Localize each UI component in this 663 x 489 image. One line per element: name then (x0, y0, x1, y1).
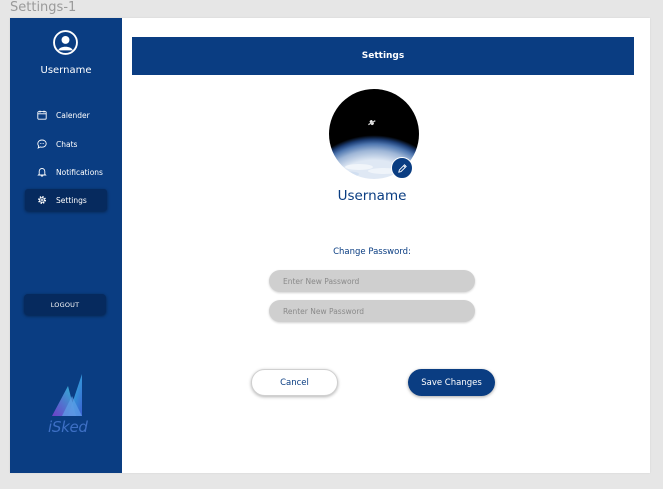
pencil-icon (397, 163, 407, 173)
sidebar-item-label: Chats (56, 139, 78, 149)
reenter-password-field[interactable] (269, 300, 475, 322)
logo-text: iSked (48, 418, 88, 436)
calendar-icon (37, 110, 47, 120)
sidebar-item-label: Settings (56, 195, 87, 205)
new-password-field[interactable] (269, 270, 475, 292)
save-changes-button[interactable]: Save Changes (408, 369, 495, 396)
settings-window: Username Calender Chats Notifications Se… (10, 18, 650, 473)
sidebar-item-settings[interactable]: Settings (25, 189, 107, 211)
frame-title: Settings-1 (10, 0, 77, 15)
gear-icon (37, 195, 47, 205)
change-password-label: Change Password: (333, 247, 411, 257)
sidebar-item-label: Notifications (56, 167, 103, 177)
page-title: Settings (132, 37, 634, 75)
sidebar-item-chats[interactable]: Chats (25, 133, 107, 155)
edit-photo-button[interactable] (391, 157, 413, 179)
user-avatar-icon[interactable] (53, 30, 78, 55)
logout-button[interactable]: LOGOUT (24, 294, 106, 315)
sidebar: Username Calender Chats Notifications Se… (10, 18, 122, 473)
sidebar-item-label: Calender (56, 110, 90, 120)
sidebar-username: Username (40, 65, 92, 76)
cancel-button[interactable]: Cancel (251, 369, 338, 396)
sidebar-item-calendar[interactable]: Calender (25, 104, 107, 126)
sidebar-item-notifications[interactable]: Notifications (25, 161, 107, 183)
profile-username: Username (337, 188, 407, 204)
bell-icon (37, 167, 47, 177)
chat-icon (37, 139, 47, 149)
